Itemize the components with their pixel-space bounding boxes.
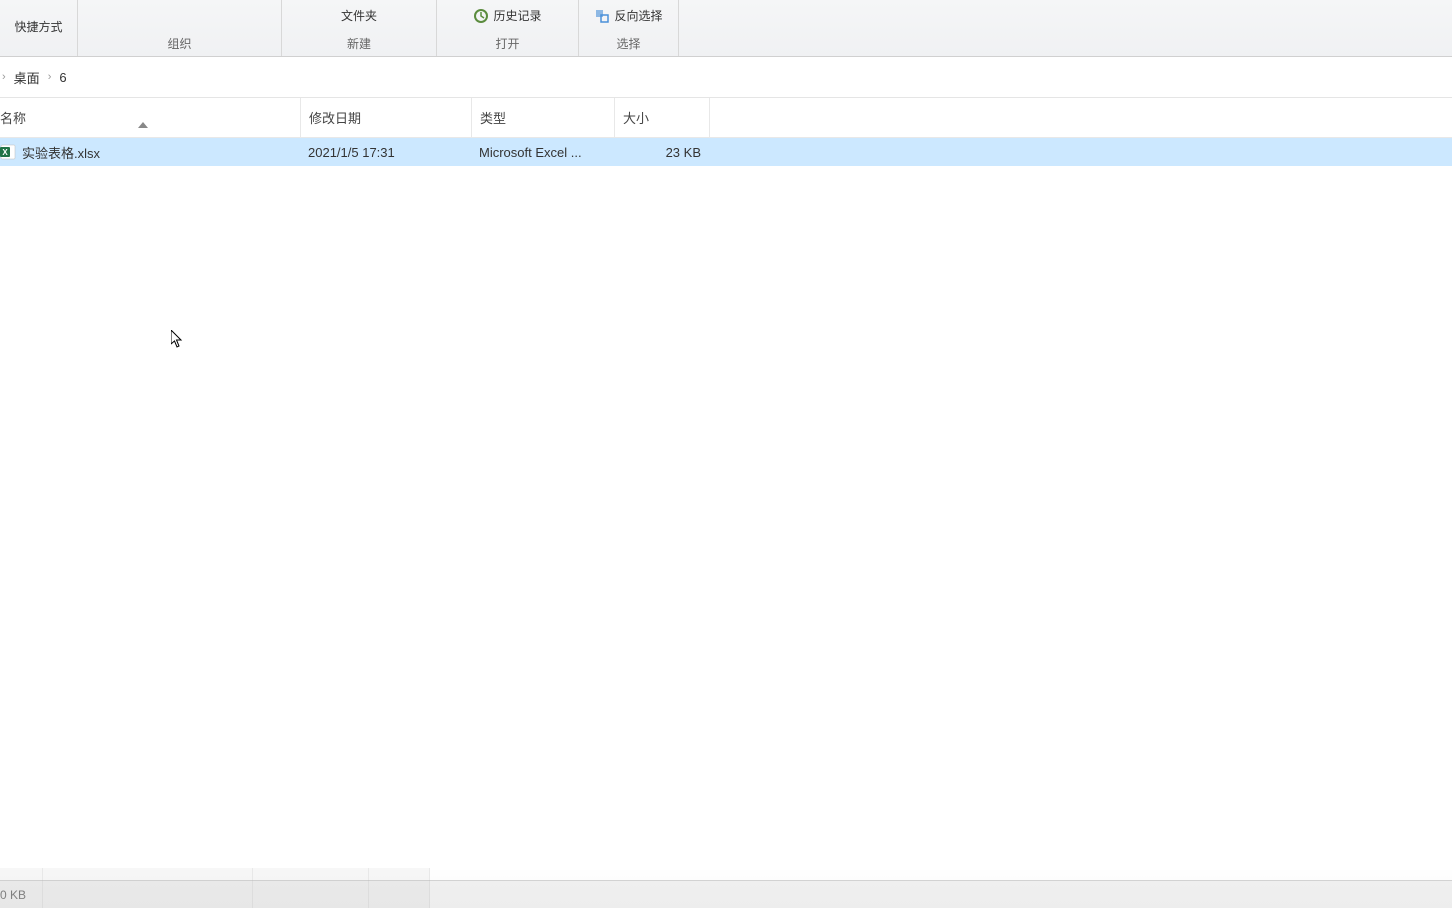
- excel-file-icon: X: [0, 144, 16, 160]
- history-button[interactable]: 历史记录: [469, 6, 545, 25]
- column-header-extra[interactable]: [709, 98, 719, 137]
- column-header-type[interactable]: 类型: [471, 98, 614, 137]
- column-header-name[interactable]: 名称: [0, 108, 300, 127]
- chevron-right-icon[interactable]: ›: [0, 71, 8, 83]
- column-header-size[interactable]: 大小: [614, 98, 709, 137]
- ribbon-group-organize: 组织: [78, 0, 282, 56]
- file-row[interactable]: X 实验表格.xlsx 2021/1/5 17:31 Microsoft Exc…: [0, 138, 1452, 166]
- shortcut-label[interactable]: 快捷方式: [10, 17, 66, 36]
- file-list[interactable]: 名称 修改日期 类型 大小 X: [0, 98, 1452, 880]
- history-label: 历史记录: [493, 7, 541, 24]
- chevron-right-icon[interactable]: ›: [46, 71, 54, 83]
- mouse-cursor-icon: [171, 330, 185, 355]
- invert-selection-icon: [594, 8, 610, 24]
- new-folder-button[interactable]: 文件夹: [337, 6, 381, 25]
- folder-label: 文件夹: [341, 7, 377, 24]
- ribbon-toolbar: 快捷方式 组织 文件夹 新建 历史记录 打: [0, 0, 1452, 57]
- sort-ascending-icon: [138, 120, 148, 131]
- file-type: Microsoft Excel ...: [471, 145, 614, 160]
- column-header-modified[interactable]: 修改日期: [300, 98, 471, 137]
- history-icon: [473, 8, 489, 24]
- new-group-label: 新建: [347, 35, 371, 52]
- breadcrumb-bar[interactable]: › 桌面 › 6: [0, 57, 1452, 98]
- file-name: 实验表格.xlsx: [22, 143, 100, 162]
- column-headers: 名称 修改日期 类型 大小: [0, 98, 1452, 138]
- ribbon-group-new: 文件夹 新建: [282, 0, 437, 56]
- svg-text:X: X: [2, 148, 8, 157]
- file-modified: 2021/1/5 17:31: [300, 145, 471, 160]
- invert-selection-button[interactable]: 反向选择: [590, 6, 666, 25]
- taskbar-hint: [0, 868, 1452, 908]
- ribbon-empty-area: [679, 0, 1452, 56]
- ribbon-group-open: 历史记录 打开: [437, 0, 579, 56]
- invert-selection-label: 反向选择: [614, 7, 662, 24]
- file-size: 23 KB: [614, 145, 709, 160]
- ribbon-group-select: 反向选择 选择: [579, 0, 679, 56]
- open-group-label: 打开: [495, 35, 519, 52]
- file-name-cell: X 实验表格.xlsx: [0, 143, 300, 162]
- breadcrumb-desktop[interactable]: 桌面: [8, 64, 46, 91]
- organize-group-label: 组织: [167, 35, 191, 52]
- breadcrumb-folder[interactable]: 6: [53, 66, 72, 89]
- select-group-label: 选择: [616, 35, 640, 52]
- ribbon-group-shortcut: 快捷方式: [0, 0, 78, 56]
